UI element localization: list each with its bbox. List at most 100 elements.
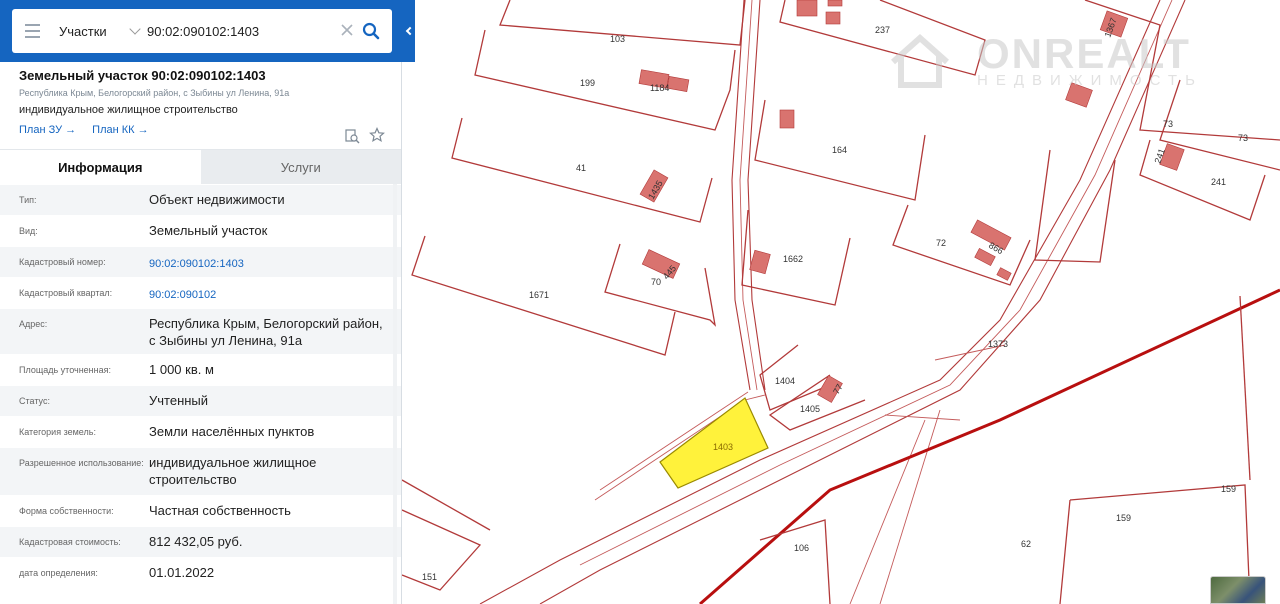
- info-key: Вид:: [19, 226, 38, 236]
- road-line: [849, 419, 926, 604]
- document-search-icon[interactable]: [344, 128, 360, 144]
- info-value: индивидуальное жилищное строительство: [149, 455, 317, 487]
- parcel-label: 1404: [775, 376, 795, 386]
- menu-icon[interactable]: [12, 9, 52, 53]
- collapse-panel-button[interactable]: [401, 0, 415, 62]
- info-row: дата определения: 01.01.2022: [0, 557, 401, 588]
- plan-links: План ЗУ → План КК →: [19, 124, 382, 136]
- parcel-label: 241: [1211, 177, 1226, 187]
- road-line: [731, 0, 751, 391]
- parcel-label: 72: [936, 238, 946, 248]
- tab-information[interactable]: Информация: [0, 150, 201, 184]
- parcel-label: 103: [610, 34, 625, 44]
- parcel-151[interactable]: [401, 509, 482, 591]
- building: [1065, 82, 1093, 108]
- boundary-line: [699, 288, 1280, 604]
- parcel-label: 1671: [529, 290, 549, 300]
- building: [825, 11, 841, 25]
- info-value: Частная собственность: [149, 503, 291, 518]
- info-row: Адрес: Республика Крым, Белогорский райо…: [0, 308, 401, 354]
- parcel-label: 62: [1021, 539, 1031, 549]
- road-line: [879, 409, 941, 604]
- scrollbar[interactable]: [393, 184, 397, 604]
- search-icon[interactable]: [362, 22, 380, 40]
- building: [779, 109, 795, 129]
- search-bar: Участки: [0, 0, 401, 62]
- info-value: Республика Крым, Белогорский район, с Зы…: [149, 316, 383, 348]
- info-key: Статус:: [19, 396, 50, 406]
- building: [827, 0, 843, 7]
- info-value: Земли населённых пунктов: [149, 424, 315, 439]
- parcel-label: 151: [422, 572, 437, 582]
- parcel-62[interactable]: [1059, 499, 1071, 604]
- info-row: Форма собственности: Частная собственнос…: [0, 495, 401, 526]
- parcel-106[interactable]: [759, 519, 831, 604]
- info-key: Площадь уточненная:: [19, 365, 111, 375]
- building: [749, 249, 771, 275]
- info-key: Разрешенное использование:: [19, 458, 144, 468]
- layer-switcher-thumbnail[interactable]: [1210, 576, 1266, 604]
- parcel-199[interactable]: [474, 29, 736, 131]
- info-row: Статус: Учтенный: [0, 385, 401, 416]
- parcel-label: 1662: [783, 254, 803, 264]
- parcel-label: 164: [832, 145, 847, 155]
- star-icon[interactable]: [369, 127, 385, 143]
- parcel-label: 106: [794, 543, 809, 553]
- parcel-label: 1373: [988, 339, 1008, 349]
- search-type-label: Участки: [59, 23, 107, 39]
- parcel-bottom-left[interactable]: [401, 479, 491, 531]
- parcel-label: 73: [1238, 133, 1248, 143]
- info-value: Учтенный: [149, 393, 209, 408]
- building: [796, 0, 818, 17]
- tab-services[interactable]: Услуги: [200, 150, 401, 184]
- parcel-label: 199: [580, 78, 595, 88]
- info-key: Кадастровый квартал:: [19, 288, 113, 298]
- info-row: Площадь уточненная: 1 000 кв. м: [0, 354, 401, 385]
- info-value: 812 432,05 руб.: [149, 534, 243, 549]
- plan-zu-link[interactable]: План ЗУ →: [19, 124, 76, 136]
- search-type-dropdown[interactable]: Участки: [52, 23, 147, 39]
- parcel-label: 159: [1221, 484, 1236, 494]
- parcel-label: 237: [875, 25, 890, 35]
- info-key: Адрес:: [19, 319, 48, 329]
- object-card-header: Земельный участок 90:02:090102:1403 Респ…: [0, 62, 401, 150]
- object-title: Земельный участок 90:02:090102:1403: [19, 68, 266, 83]
- parcel-label: 41: [576, 163, 586, 173]
- info-key: Кадастровая стоимость:: [19, 537, 121, 547]
- info-value: Земельный участок: [149, 223, 268, 238]
- info-panel: Участки Земельный участок 90:02:090102:1…: [0, 0, 402, 604]
- chevron-down-icon: [129, 23, 141, 35]
- info-row: Кадастровый квартал: 90:02:090102: [0, 277, 401, 308]
- parcel-label: 70: [651, 277, 661, 287]
- parcel-1373[interactable]: [1034, 149, 1116, 263]
- info-key: Тип:: [19, 195, 37, 205]
- info-key: Категория земель:: [19, 427, 96, 437]
- search-input[interactable]: [147, 23, 327, 39]
- info-row: Категория земель: Земли населённых пункт…: [0, 416, 401, 447]
- info-row: Кадастровая стоимость: 812 432,05 руб.: [0, 526, 401, 557]
- object-address: Республика Крым, Белогорский район, с Зы…: [19, 88, 290, 98]
- info-value: 1 000 кв. м: [149, 362, 214, 377]
- parcel-label: 73: [1163, 119, 1173, 129]
- info-key: Форма собственности:: [19, 506, 114, 516]
- parcel-1373-lower[interactable]: [1239, 295, 1251, 481]
- cadastral-number-link[interactable]: 90:02:090102:1403: [149, 247, 389, 277]
- search-box: Участки: [12, 9, 392, 53]
- parcel-label: 159: [1116, 513, 1131, 523]
- info-row: Вид: Земельный участок: [0, 215, 401, 246]
- panel-tabs: Информация Услуги: [0, 150, 401, 184]
- info-key: дата определения:: [19, 568, 98, 578]
- info-key: Кадастровый номер:: [19, 257, 106, 267]
- info-row: Тип: Объект недвижимости: [0, 184, 401, 215]
- info-row: Кадастровый номер: 90:02:090102:1403: [0, 246, 401, 277]
- road-line: [747, 0, 766, 391]
- info-value: Объект недвижимости: [149, 192, 285, 207]
- close-icon[interactable]: [339, 22, 355, 38]
- info-row: Разрешенное использование: индивидуально…: [0, 447, 401, 495]
- road-line: [884, 414, 961, 421]
- cadastral-quarter-link[interactable]: 90:02:090102: [149, 278, 389, 308]
- building: [666, 76, 690, 92]
- plan-kk-link[interactable]: План КК →: [92, 124, 148, 136]
- selected-parcel-label: 1403: [713, 442, 733, 452]
- building: [996, 267, 1012, 281]
